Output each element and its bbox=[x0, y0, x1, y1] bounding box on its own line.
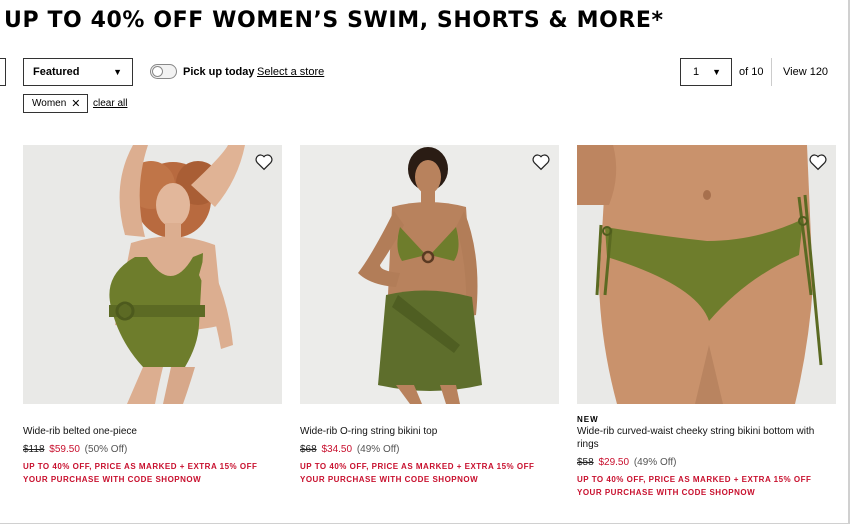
filter-chip-label: Women bbox=[32, 98, 67, 109]
product-image[interactable] bbox=[300, 145, 559, 404]
original-price: $118 bbox=[23, 444, 45, 455]
original-price: $58 bbox=[577, 457, 594, 468]
sale-price: $34.50 bbox=[321, 444, 353, 455]
product-badge-new: NEW bbox=[577, 415, 599, 424]
pickup-label: Pick up today bbox=[183, 66, 255, 78]
caret-down-icon: ▼ bbox=[712, 67, 721, 77]
filter-chip-women[interactable]: Women ✕ bbox=[23, 94, 88, 113]
discount-percent: (49% Off) bbox=[356, 444, 400, 455]
discount-percent: (49% Off) bbox=[633, 457, 677, 468]
filter-toggle-button[interactable] bbox=[0, 58, 6, 86]
product-name[interactable]: Wide-rib curved-waist cheeky string biki… bbox=[577, 425, 836, 451]
view-all-link[interactable]: View 120 bbox=[783, 66, 828, 78]
promo-text: UP TO 40% OFF, PRICE AS MARKED + EXTRA 1… bbox=[577, 475, 812, 497]
pickup-toggle[interactable] bbox=[150, 64, 177, 79]
page-select[interactable]: 1 ▼ bbox=[680, 58, 732, 86]
product-image[interactable] bbox=[23, 145, 282, 404]
product-prices: $58 $29.50 (49% Off) bbox=[577, 456, 836, 470]
select-store-link[interactable]: Select a store bbox=[257, 66, 324, 78]
product-prices: $68 $34.50 (49% Off) bbox=[300, 443, 559, 457]
sort-selected-value: Featured bbox=[33, 66, 80, 78]
caret-down-icon: ▼ bbox=[113, 67, 122, 77]
promo-headline: UP TO 40% OFF WOMEN’S SWIM, SHORTS & MOR… bbox=[4, 8, 664, 33]
sale-price: $59.50 bbox=[49, 444, 80, 455]
heart-outline-icon[interactable] bbox=[808, 153, 828, 171]
product-card: Wide-rib belted one-piece $118 $59.50 (5… bbox=[23, 145, 282, 486]
product-card: NEW Wide-rib curved-waist cheeky string … bbox=[577, 145, 836, 499]
toggle-knob bbox=[152, 66, 163, 77]
product-prices: $118 $59.50 (50% Off) bbox=[23, 443, 282, 457]
heart-outline-icon[interactable] bbox=[254, 153, 274, 171]
promo-text: UP TO 40% OFF, PRICE AS MARKED + EXTRA 1… bbox=[23, 462, 258, 484]
product-name[interactable]: Wide-rib O-ring string bikini top bbox=[300, 425, 559, 438]
sort-select[interactable]: Featured ▼ bbox=[23, 58, 133, 86]
clear-all-link[interactable]: clear all bbox=[93, 98, 127, 109]
sale-price: $29.50 bbox=[598, 457, 630, 468]
pagination-divider bbox=[771, 58, 772, 86]
close-icon[interactable]: ✕ bbox=[71, 97, 80, 110]
heart-outline-icon[interactable] bbox=[531, 153, 551, 171]
product-card: Wide-rib O-ring string bikini top $68 $3… bbox=[300, 145, 559, 486]
current-page: 1 bbox=[693, 66, 700, 78]
product-image[interactable] bbox=[577, 145, 836, 404]
product-badge bbox=[300, 415, 559, 425]
page-total: of 10 bbox=[739, 66, 764, 78]
product-name[interactable]: Wide-rib belted one-piece bbox=[23, 425, 282, 438]
promo-text: UP TO 40% OFF, PRICE AS MARKED + EXTRA 1… bbox=[300, 462, 535, 484]
product-badge bbox=[23, 415, 282, 425]
discount-percent: (50% Off) bbox=[84, 444, 128, 455]
original-price: $68 bbox=[300, 444, 317, 455]
